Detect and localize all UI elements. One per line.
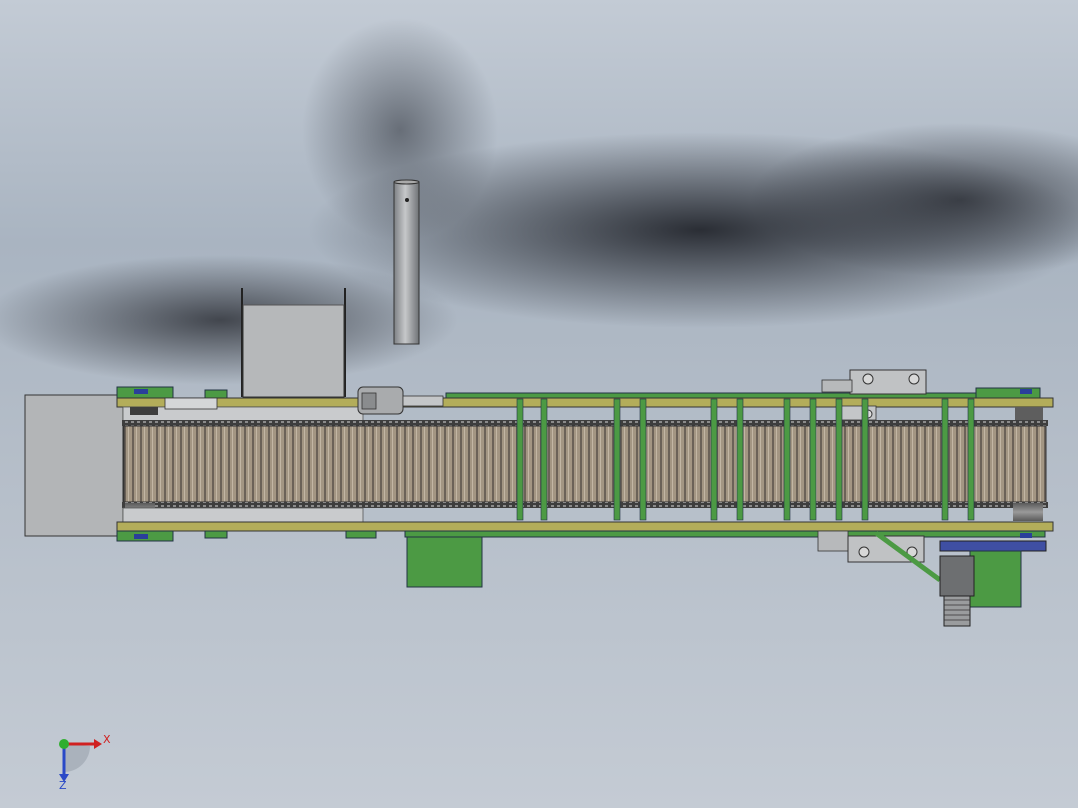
left-end-housing[interactable] <box>24 394 124 537</box>
y-axis-marker <box>59 739 69 749</box>
coordinate-triad: X Z <box>48 728 118 798</box>
lower-drive-chain <box>122 502 1048 508</box>
z-axis-label: Z <box>59 779 67 792</box>
graphics-viewport[interactable]: X Z <box>0 0 1078 808</box>
conveyor-belt[interactable] <box>123 425 1047 503</box>
vertical-pipe[interactable] <box>393 179 420 345</box>
drive-motor[interactable] <box>939 540 1047 627</box>
bottom-right-bracket[interactable] <box>817 530 942 583</box>
upper-drive-chain <box>122 420 1048 426</box>
bottom-control-box[interactable] <box>406 536 483 588</box>
x-axis-label: X <box>103 733 111 746</box>
hopper-box[interactable] <box>241 288 346 398</box>
drive-coupling[interactable] <box>357 386 444 415</box>
conveyor-assembly-model[interactable] <box>0 0 1078 808</box>
